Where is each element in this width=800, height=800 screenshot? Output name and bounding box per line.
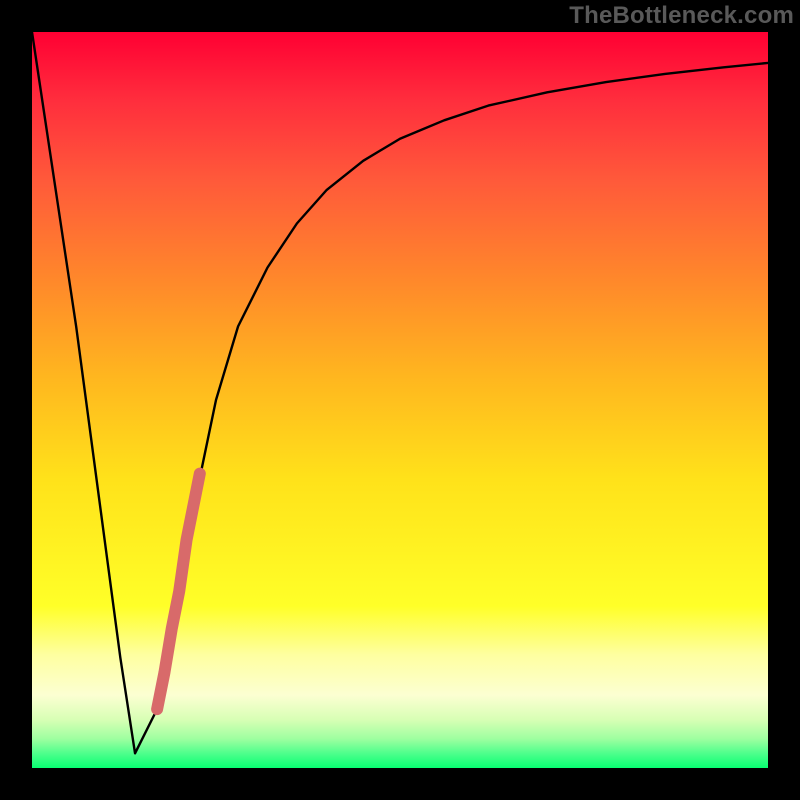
highlight-segment xyxy=(157,474,200,710)
bottleneck-curve xyxy=(32,32,768,753)
plot-area xyxy=(32,32,768,768)
chart-wrapper: TheBottleneck.com xyxy=(0,0,800,800)
watermark-text: TheBottleneck.com xyxy=(569,2,794,30)
chart-svg xyxy=(32,32,768,768)
